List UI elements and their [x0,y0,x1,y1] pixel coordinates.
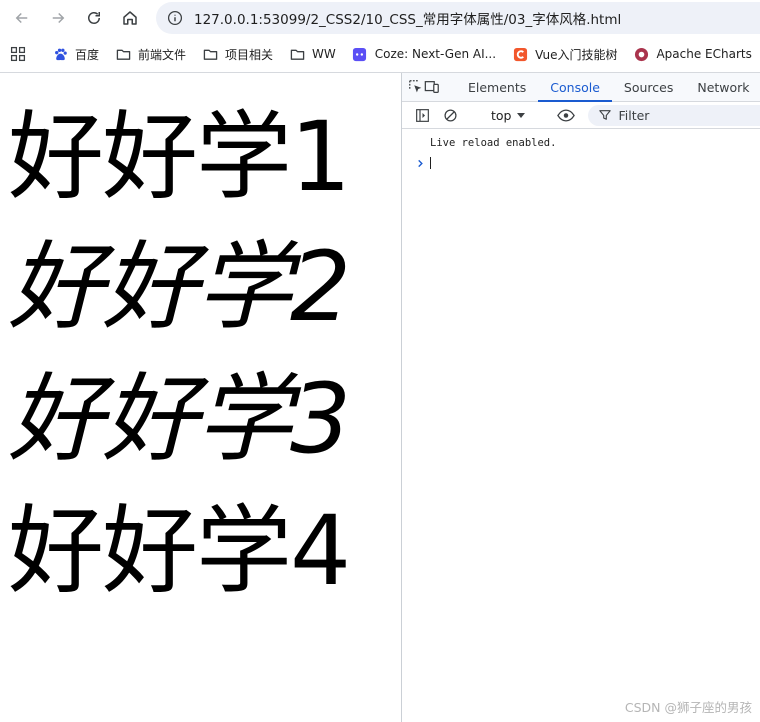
bookmark-baidu[interactable]: 百度 [52,46,99,63]
url-text: 127.0.0.1:53099/2_CSS2/10_CSS_常用字体属性/03_… [194,12,622,28]
context-selector-label: top [491,107,512,123]
devtools-panel: Elements Console Sources Network Pe top … [401,73,760,722]
bookmark-echarts[interactable]: Apache ECharts [633,46,752,62]
eye-icon [557,108,576,122]
bookmarks-bar: 百度 前端文件 项目相关 WW Coze: Next-Gen AI... Vue… [0,36,760,72]
filter-placeholder: Filter [618,107,650,123]
bookmark-vue[interactable]: Vue入门技能树 [512,46,617,63]
bookmark-coze[interactable]: Coze: Next-Gen AI... [352,46,496,62]
bookmark-label: 前端文件 [138,47,187,62]
device-icon [424,81,439,93]
page-viewport: 好好学1 好好学2 好好学3 好好学4 [0,73,401,722]
text-line-oblique: 好好学3 [8,363,351,475]
context-selector[interactable]: top [481,108,535,123]
reload-icon [88,12,100,24]
folder-icon [289,46,305,62]
bookmark-label: Apache ECharts [656,47,752,61]
arrow-right-icon [52,12,65,24]
bookmark-label: 百度 [75,47,100,62]
echarts-icon [633,46,649,62]
csdn-watermark: CSDN @狮子座的男孩 [624,700,752,715]
bookmark-folder-frontend[interactable]: 前端文件 [115,46,186,63]
bookmark-label: Coze: Next-Gen AI... [374,47,497,61]
inspect-cursor-icon [409,80,422,93]
arrow-left-icon [15,12,28,24]
device-toolbar-button[interactable] [424,73,440,101]
bookmark-label: 项目相关 [225,47,274,62]
tab-network[interactable]: Network [685,73,760,101]
live-expression-button[interactable] [552,108,580,122]
console-output: Live reload enabled. [402,129,760,169]
text-line-normal: 好好学1 [8,101,351,213]
filter-funnel-icon [598,108,612,122]
toggle-sidebar-button[interactable] [408,108,436,123]
sidebar-toggle-icon [415,108,429,122]
caret-down-icon [517,112,526,118]
text-line-italic: 好好学2 [8,231,351,343]
console-toolbar: top Filter [402,102,760,129]
bookmark-label: Vue入门技能树 [535,47,618,62]
bookmark-folder-projects[interactable]: 项目相关 [202,46,273,63]
folder-icon [115,46,131,62]
coze-icon [352,46,368,62]
forward-button[interactable] [46,6,70,30]
text-line-normal: 好好学4 [8,495,351,607]
bookmark-label: WW [312,47,336,61]
apps-grid-icon[interactable] [10,44,26,64]
reload-button[interactable] [82,6,106,30]
inspect-element-button[interactable] [408,73,424,101]
console-message: Live reload enabled. [430,137,557,149]
devtools-tab-bar: Elements Console Sources Network Pe [402,73,760,102]
console-filter-input[interactable]: Filter [588,104,760,126]
folder-icon [202,46,218,62]
tab-console[interactable]: Console [538,73,612,102]
tab-sources[interactable]: Sources [612,73,685,101]
home-button[interactable] [118,6,142,30]
back-button[interactable] [10,6,34,30]
address-bar[interactable]: 127.0.0.1:53099/2_CSS2/10_CSS_常用字体属性/03_… [156,2,760,34]
home-icon [123,11,137,25]
baidu-paw-icon [52,46,68,62]
bookmark-folder-ww[interactable]: WW [289,46,336,62]
chevron-right-icon [414,157,426,169]
text-cursor [430,157,431,169]
tab-elements[interactable]: Elements [456,73,538,101]
site-info-icon[interactable] [166,9,184,27]
clear-console-button[interactable] [436,108,464,123]
csdn-c-icon [512,46,528,62]
block-icon [443,108,457,122]
console-prompt[interactable] [402,151,760,169]
browser-toolbar: 127.0.0.1:53099/2_CSS2/10_CSS_常用字体属性/03_… [0,0,760,36]
